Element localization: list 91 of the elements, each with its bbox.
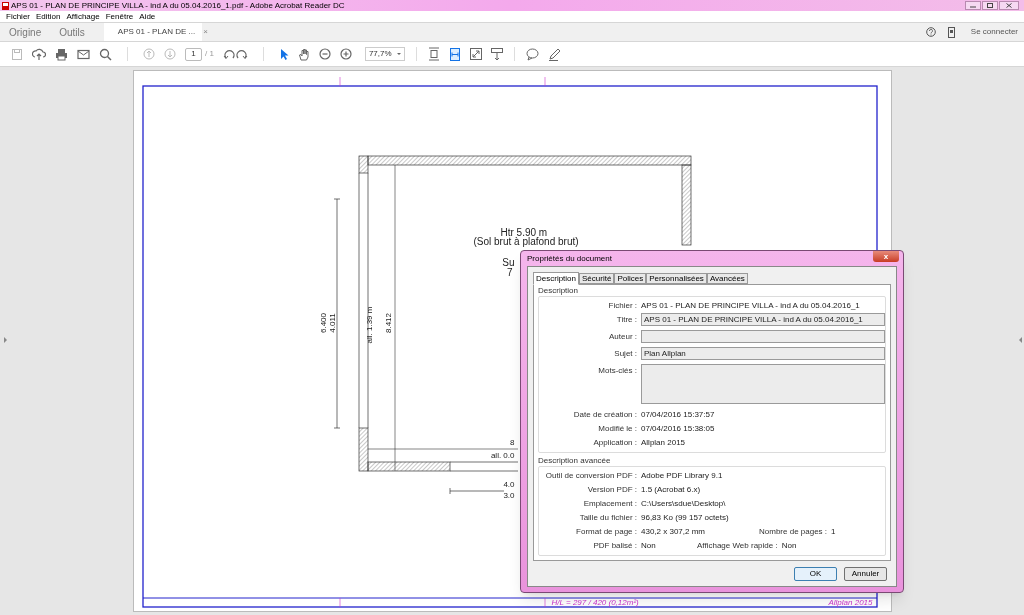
tab-label: Origine bbox=[9, 25, 42, 40]
input-field[interactable] bbox=[641, 330, 885, 343]
drawing-label: Su bbox=[502, 258, 515, 268]
close-icon[interactable] bbox=[999, 1, 1019, 10]
field-label: Taille du fichier : bbox=[578, 512, 638, 522]
drawing-label: 7 bbox=[506, 268, 513, 278]
field-label: Mots-clés : bbox=[597, 365, 638, 375]
field-label: Fichier : bbox=[607, 300, 638, 310]
field-label: Affichage Web rapide : bbox=[696, 540, 779, 550]
dimension-line bbox=[449, 487, 504, 495]
field-label: Application : bbox=[592, 437, 638, 447]
mobile-icon[interactable] bbox=[947, 26, 955, 38]
drawing-label: 8.412 bbox=[384, 313, 393, 333]
field-label: Outil de conversion PDF : bbox=[544, 470, 638, 480]
fit-page-icon[interactable] bbox=[427, 47, 440, 61]
scroll-right-icon[interactable] bbox=[1019, 337, 1022, 343]
zoom-out-icon[interactable] bbox=[318, 48, 331, 60]
comment-icon[interactable] bbox=[525, 47, 539, 61]
field-value: 1.5 (Acrobat 6.x) bbox=[641, 484, 701, 494]
field-value: 430,2 x 307,2 mm bbox=[641, 526, 706, 536]
field-value: APS 01 - PLAN DE PRINCIPE VILLA - ind A du 05.04.2016_1 bbox=[641, 300, 860, 310]
drawing-label: Htr 5.90 m bbox=[500, 228, 548, 238]
print-icon[interactable] bbox=[55, 47, 68, 61]
input-field[interactable]: Plan Allplan bbox=[641, 347, 885, 360]
field-value: 1 bbox=[831, 526, 836, 536]
field-label: Auteur : bbox=[608, 331, 638, 341]
drawing-label: 8 bbox=[510, 439, 515, 447]
field-label: PDF balisé : bbox=[592, 540, 638, 550]
page-count: / 1 bbox=[205, 48, 214, 60]
cloud-upload-icon[interactable] bbox=[32, 47, 46, 61]
field-label: Date de création : bbox=[572, 409, 638, 419]
hand-icon[interactable] bbox=[297, 47, 310, 61]
field-label: Modifié le : bbox=[597, 423, 638, 433]
drawing-label: all. 1.39 m bbox=[365, 306, 374, 344]
help-icon[interactable] bbox=[925, 27, 936, 37]
field-label: Format de page : bbox=[575, 526, 638, 536]
drawing-label: H/L = 297 / 420 (0,12m²) bbox=[551, 599, 639, 607]
menu-item[interactable]: Fenêtre bbox=[105, 12, 134, 21]
field-value: 96,83 Ko (99 157 octets) bbox=[641, 512, 729, 522]
field-value: Adobe PDF Library 9.1 bbox=[641, 470, 723, 480]
nav-tab[interactable]: Outils bbox=[50, 23, 94, 41]
tab-label: APS 01 - PLAN DE ... bbox=[117, 26, 196, 38]
input-field[interactable]: APS 01 - PLAN DE PRINCIPE VILLA - ind A du 05.04.2016_1 bbox=[641, 313, 885, 326]
sign-in-link[interactable]: Se connecter bbox=[970, 26, 1018, 38]
field-value: 07/04/2016 15:38:05 bbox=[641, 423, 715, 433]
drawing-label: 3.0 bbox=[503, 492, 515, 500]
tab-label: Outils bbox=[59, 25, 85, 40]
nav-tab[interactable]: Origine bbox=[0, 23, 51, 41]
mail-icon[interactable] bbox=[77, 47, 90, 61]
field-label: Sujet : bbox=[613, 348, 638, 358]
drawing-label: 6.400 bbox=[319, 313, 328, 333]
field-label: Titre : bbox=[615, 314, 638, 324]
search-icon[interactable] bbox=[99, 47, 112, 61]
pen-icon[interactable] bbox=[547, 47, 561, 61]
group-heading: Description avancée bbox=[538, 457, 611, 465]
pointer-icon[interactable] bbox=[278, 47, 289, 61]
field-value: Non bbox=[641, 540, 656, 550]
scroll-left-icon[interactable] bbox=[4, 337, 7, 343]
page-number-field[interactable]: 1 bbox=[185, 47, 202, 61]
cancel-button[interactable]: Annuler bbox=[844, 567, 887, 581]
zoom-dropdown[interactable]: 77,7% bbox=[364, 47, 405, 61]
field-value: Non bbox=[781, 540, 797, 550]
close-button[interactable]: x bbox=[873, 251, 899, 262]
maximize-icon[interactable] bbox=[982, 1, 998, 10]
drawing-label: 4.0 bbox=[503, 481, 515, 489]
ok-button[interactable]: OK bbox=[794, 567, 837, 581]
dialog-title: Propriétés du document bbox=[527, 254, 612, 263]
rotate-right-icon[interactable] bbox=[235, 48, 248, 60]
menu-item[interactable]: Edition bbox=[36, 12, 61, 21]
menu-item[interactable]: Affichage bbox=[66, 12, 100, 21]
field-label: Emplacement : bbox=[582, 498, 638, 508]
drawing-label: all. 0.0 bbox=[490, 452, 515, 460]
rotate-left-icon[interactable] bbox=[222, 48, 235, 60]
dialog-tab[interactable]: Description bbox=[533, 272, 579, 285]
drawing-label: 4.011 bbox=[328, 313, 337, 333]
group-heading: Description bbox=[538, 287, 578, 295]
field-label: Nombre de pages : bbox=[758, 526, 829, 536]
field-label: Version PDF : bbox=[586, 484, 638, 494]
menu-item[interactable]: Aide bbox=[139, 12, 156, 21]
drawing-label: (Sol brut à plafond brut) bbox=[473, 237, 579, 247]
field-value: 07/04/2016 15:37:57 bbox=[641, 409, 715, 419]
zoom-in-icon[interactable] bbox=[339, 48, 352, 60]
fit-width-icon[interactable] bbox=[448, 47, 461, 61]
field-value: Allplan 2015 bbox=[641, 437, 686, 447]
full-screen-icon[interactable] bbox=[469, 48, 482, 60]
field-value: C:\Users\sdue\Desktop\ bbox=[641, 498, 726, 508]
drawing-label: Allplan 2015 bbox=[828, 599, 873, 607]
menu-item[interactable]: Fichier bbox=[6, 12, 30, 21]
window-title: APS 01 - PLAN DE PRINCIPE VILLA - ind A du 05.04.2016_1.pdf - Adobe Acrobat Reader DC bbox=[11, 1, 345, 10]
read-mode-icon[interactable] bbox=[490, 47, 503, 61]
caret-icon bbox=[396, 53, 401, 55]
